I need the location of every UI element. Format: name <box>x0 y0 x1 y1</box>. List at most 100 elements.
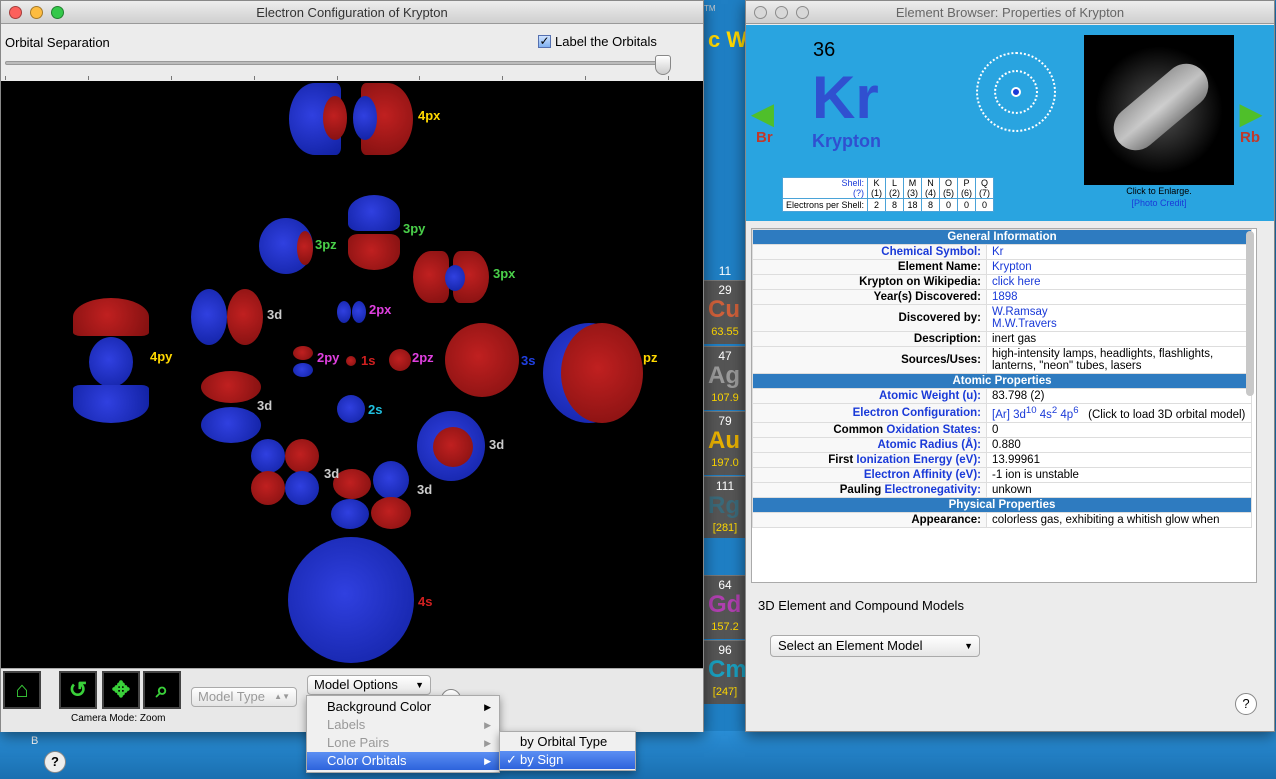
camera-mode-value: Zoom <box>139 713 166 724</box>
previous-element-arrow-icon[interactable]: ◀ <box>752 97 774 130</box>
label-orbitals-checkbox[interactable]: ✓ Label the Orbitals <box>538 34 657 49</box>
electron-count: 2 <box>867 198 887 212</box>
orbital-label: 4py <box>150 349 173 364</box>
orbital-lobe <box>323 96 347 140</box>
menu-item-label: Labels <box>327 717 366 732</box>
orbital-window-titlebar[interactable]: Electron Configuration of Krypton <box>1 1 703 24</box>
property-value: W.Ramsay M.W.Travers <box>986 304 1252 332</box>
orbital-3d-canvas[interactable]: 4px 3py 3pz 3px 3d 2px 4py 2py 1s 2pz 3s… <box>1 81 703 668</box>
wikipedia-link[interactable]: click here <box>992 276 1041 288</box>
property-key-link[interactable]: Ionization Energy (eV): <box>856 454 981 466</box>
property-key[interactable]: Chemical Symbol: <box>752 244 987 260</box>
orbital-lobe <box>73 385 149 423</box>
checkbox-checked-icon[interactable]: ✓ <box>538 35 551 48</box>
previous-element-label[interactable]: Br <box>756 129 773 146</box>
next-element-label[interactable]: Rb <box>1240 129 1260 146</box>
orbital-lobe <box>331 499 369 529</box>
zoom-tool-button[interactable]: ⌕ <box>143 671 181 709</box>
cell-number: 64 <box>718 578 732 592</box>
menu-item-label: by Orbital Type <box>520 734 608 749</box>
menu-item-color-orbitals[interactable]: Color Orbitals ▶ <box>307 752 499 770</box>
electron-count: 0 <box>939 198 959 212</box>
property-key[interactable]: Electron Affinity (eV): <box>752 466 987 483</box>
orbital-lobe <box>337 301 351 323</box>
property-key[interactable]: Electron Configuration: <box>752 403 987 423</box>
rotate-button[interactable]: ↺ <box>59 671 97 709</box>
close-button[interactable] <box>9 6 22 19</box>
discoverer-link[interactable]: M.W.Travers <box>992 318 1057 330</box>
model-options-popup[interactable]: Model Options ▼ <box>307 675 431 695</box>
shell-help-link[interactable]: (?) <box>853 188 864 198</box>
periodic-cell[interactable]: 47 Ag 107.9 <box>704 346 746 410</box>
property-row: Description: inert gas <box>752 331 1252 347</box>
orbital-lobe <box>413 251 449 303</box>
atomic-number: 36 <box>813 39 836 61</box>
window-title: Electron Configuration of Krypton <box>256 5 448 20</box>
shell-cell: M (3) <box>903 177 923 199</box>
browser-window-titlebar[interactable]: Element Browser: Properties of Krypton <box>746 1 1274 24</box>
element-model-select[interactable]: Select an Element Model ▼ <box>770 635 980 657</box>
config-note: (Click to load 3D orbital model) <box>1088 408 1246 421</box>
slider-knob[interactable] <box>655 55 671 75</box>
orbital-lobe <box>433 427 473 467</box>
shell-link[interactable]: Shell: <box>842 178 865 188</box>
home-button[interactable]: ⌂ <box>3 671 41 709</box>
periodic-cell[interactable]: 96 Cm [247] <box>704 640 747 704</box>
electron-configuration[interactable]: [Ar] 3d10 4s2 4p6 (Click to load 3D orbi… <box>986 403 1252 423</box>
minimize-button[interactable] <box>30 6 43 19</box>
menu-item-by-sign[interactable]: ✓ by Sign <box>500 751 635 769</box>
close-button[interactable] <box>754 6 767 19</box>
orbital-lobe <box>445 265 465 291</box>
submenu-arrow-icon: ▶ <box>484 720 491 730</box>
zoom-button[interactable] <box>796 6 809 19</box>
property-link[interactable]: Kr <box>992 246 1004 258</box>
model-type-popup[interactable]: Model Type ▲▼ <box>191 687 297 707</box>
shell-label: Shell: (?) <box>781 177 869 199</box>
periodic-cell[interactable]: 11 <box>704 262 746 280</box>
next-element-arrow-icon[interactable]: ▶ <box>1240 97 1262 130</box>
orbital-separation-label: Orbital Separation <box>5 35 110 50</box>
property-key-link[interactable]: Oxidation States: <box>886 424 981 436</box>
property-link[interactable]: 1898 <box>992 291 1018 303</box>
properties-scrollbar[interactable] <box>1246 231 1254 396</box>
orbital-lobe <box>89 337 133 387</box>
property-row: Electron Configuration: [Ar] 3d10 4s2 4p6… <box>752 403 1252 423</box>
periodic-cell[interactable]: 64 Gd 157.2 <box>704 575 746 639</box>
periodic-cell[interactable]: 29 Cu 63.55 <box>704 280 746 344</box>
property-key[interactable]: Atomic Radius (Å): <box>752 436 987 453</box>
minimize-button[interactable] <box>775 6 788 19</box>
menu-item-by-orbital-type[interactable]: by Orbital Type <box>500 733 635 751</box>
element-header: 36 Kr Krypton ◀ Br ▶ Rb Click to Enlarge… <box>746 25 1274 221</box>
pan-button[interactable]: ✥ <box>102 671 140 709</box>
electron-count: 8 <box>921 198 941 212</box>
property-row: Element Name: Krypton <box>752 259 1252 275</box>
property-row: Krypton on Wikipedia: click here <box>752 274 1252 290</box>
property-key[interactable]: Atomic Weight (u): <box>752 388 987 404</box>
orbital-label: 2py <box>317 350 340 365</box>
property-key: Sources/Uses: <box>752 346 987 374</box>
element-photo[interactable] <box>1084 35 1234 185</box>
zoom-button[interactable] <box>51 6 64 19</box>
periodic-cell[interactable]: 79 Au 197.0 <box>704 411 746 475</box>
periodic-cell[interactable]: 111 Rg [281] <box>704 476 746 538</box>
properties-panel[interactable]: General Information Chemical Symbol: Kr E… <box>751 228 1257 583</box>
move-arrows-icon: ✥ <box>111 677 131 702</box>
photo-credit-link[interactable]: [Photo Credit] <box>1084 198 1234 208</box>
menu-item-background-color[interactable]: Background Color ▶ <box>307 698 499 716</box>
orbital-3s <box>445 323 519 397</box>
property-row: First Ionization Energy (eV): 13.99961 <box>752 451 1252 468</box>
desktop-help-button[interactable]: ? <box>44 751 66 773</box>
slider-ticks <box>5 76 669 80</box>
cell-number: 96 <box>718 643 732 657</box>
properties-table: General Information Chemical Symbol: Kr E… <box>752 229 1252 528</box>
property-key-link[interactable]: Electronegativity: <box>885 484 982 496</box>
orbital-lobe <box>352 301 366 323</box>
discoverer-link[interactable]: W.Ramsay <box>992 306 1048 318</box>
cell-weight: 107.9 <box>711 392 739 404</box>
menu-item-label: Color Orbitals <box>327 753 407 768</box>
property-row: Discovered by: W.Ramsay M.W.Travers <box>752 304 1252 332</box>
orbital-separation-slider[interactable] <box>5 61 669 65</box>
orbital-label: 4px <box>418 108 441 123</box>
property-link[interactable]: Krypton <box>992 261 1032 273</box>
help-button[interactable]: ? <box>1235 693 1257 715</box>
